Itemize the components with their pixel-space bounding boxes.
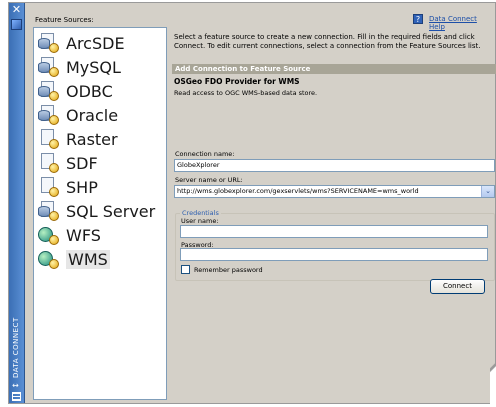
connection-name-input[interactable]: GlobeXplorer xyxy=(174,159,495,172)
source-item-label: ODBC xyxy=(66,81,113,101)
server-url-value: http://wms.globexplorer.com/gexservlets/… xyxy=(177,187,419,195)
auto-hide-icon[interactable]: ↔ xyxy=(12,381,19,390)
help-icon[interactable]: ? xyxy=(413,14,423,24)
instructions-text: Select a feature source to create a new … xyxy=(174,33,481,50)
source-item-label: SDF xyxy=(66,153,98,173)
provider-name: OSGeo FDO Provider for WMS xyxy=(174,77,300,86)
source-item-label: ArcSDE xyxy=(66,33,125,53)
username-input[interactable] xyxy=(180,225,488,238)
source-item-mysql[interactable]: MySQL xyxy=(38,55,121,79)
source-item-label: WFS xyxy=(66,225,101,245)
file-plug-icon xyxy=(38,152,60,174)
server-url-combobox[interactable]: http://wms.globexplorer.com/gexservlets/… xyxy=(174,185,495,198)
page-curl xyxy=(490,299,496,407)
source-item-label: Oracle xyxy=(66,105,119,125)
file-plug-icon xyxy=(38,128,60,150)
source-item-wms[interactable]: WMS xyxy=(38,247,110,271)
file-plug-icon xyxy=(38,176,60,198)
provider-description: Read access to OGC WMS-based data store. xyxy=(174,89,318,97)
source-item-label: SQL Server xyxy=(66,201,156,221)
credentials-legend: Credentials xyxy=(180,209,221,217)
palette-menu-icon[interactable] xyxy=(11,19,22,30)
source-item-oracle[interactable]: Oracle xyxy=(38,103,118,127)
source-item-odbc[interactable]: ODBC xyxy=(38,79,113,103)
feature-sources-label: Feature Sources: xyxy=(35,16,94,24)
source-item-sdf[interactable]: SDF xyxy=(38,151,98,175)
globe-plug-icon xyxy=(38,248,60,270)
source-item-raster[interactable]: Raster xyxy=(38,127,118,151)
source-item-label: Raster xyxy=(66,129,118,149)
section-header: Add Connection to Feature Source xyxy=(172,64,496,74)
server-url-label: Server name or URL: xyxy=(175,176,243,184)
database-plug-icon xyxy=(38,80,60,102)
feature-sources-list[interactable]: ArcSDE MySQL ODBC Oracle Raster SDF SHP SQL Ser… xyxy=(33,27,167,400)
properties-icon[interactable] xyxy=(12,392,21,401)
database-plug-icon xyxy=(38,200,60,222)
palette-title: DATA CONNECT xyxy=(12,317,20,378)
source-item-sql-server[interactable]: SQL Server xyxy=(38,199,155,223)
source-item-label: SHP xyxy=(66,177,98,197)
source-item-wfs[interactable]: WFS xyxy=(38,223,101,247)
username-label: User name: xyxy=(181,217,219,225)
source-item-label: WMS xyxy=(66,249,110,269)
database-plug-icon xyxy=(38,56,60,78)
connect-button[interactable]: Connect xyxy=(430,279,485,294)
close-icon[interactable]: ✕ xyxy=(11,4,22,15)
connection-name-label: Connection name: xyxy=(175,150,235,158)
remember-password-label[interactable]: Remember password xyxy=(194,266,263,274)
database-plug-icon xyxy=(38,32,60,54)
database-plug-icon xyxy=(38,104,60,126)
source-item-arcsde[interactable]: ArcSDE xyxy=(38,31,125,55)
data-connect-palette: ✕ DATA CONNECT ↔ Feature Sources: ArcSDE… xyxy=(8,2,496,407)
source-item-label: MySQL xyxy=(66,57,121,77)
palette-title-bar[interactable]: ✕ DATA CONNECT ↔ xyxy=(9,3,25,403)
globe-plug-icon xyxy=(38,224,60,246)
remember-password-checkbox[interactable] xyxy=(181,265,190,274)
source-item-shp[interactable]: SHP xyxy=(38,175,98,199)
chevron-down-icon[interactable]: ⌄ xyxy=(481,186,494,197)
data-connect-help-link[interactable]: Data Connect Help xyxy=(429,15,495,31)
stage: ✕ DATA CONNECT ↔ Feature Sources: ArcSDE… xyxy=(0,0,496,407)
password-input[interactable] xyxy=(180,248,488,261)
